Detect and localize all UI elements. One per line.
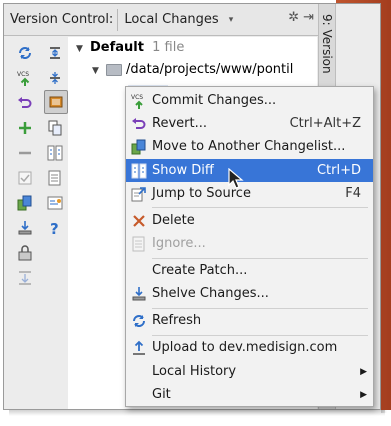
panel-shadow	[9, 410, 385, 416]
jump-to-source-icon	[130, 185, 148, 203]
hide-panel-icon[interactable]: ⇥	[303, 10, 314, 25]
menu-item-label: Refresh	[152, 313, 202, 328]
changelist-name: Default	[90, 40, 144, 55]
menu-item-ignore[interactable]: Ignore...	[126, 232, 373, 255]
svg-text:VCS: VCS	[131, 94, 143, 101]
menu-item-local-history[interactable]: Local History ▶	[126, 360, 373, 383]
revert-icon	[130, 115, 148, 133]
refresh-icon[interactable]	[14, 42, 36, 64]
checkbox-icon[interactable]	[14, 167, 36, 189]
menu-item-delete[interactable]: Delete	[126, 209, 373, 232]
refresh-icon	[130, 312, 148, 330]
lock-icon[interactable]	[14, 242, 36, 264]
menu-item-create-patch[interactable]: Create Patch...	[126, 259, 373, 282]
tree-root-changelist[interactable]: ▼ Default 1 file	[76, 40, 184, 55]
menu-item-shortcut: Ctrl+D	[316, 163, 361, 178]
diff-icon	[130, 162, 148, 180]
menu-item-label: Git	[152, 387, 171, 402]
menu-item-label: Jump to Source	[152, 186, 251, 201]
menu-item-commit-changes[interactable]: VCS Commit Changes...	[126, 89, 373, 112]
submenu-arrow-icon: ▶	[360, 366, 367, 377]
view-dropdown-value: Local Changes	[124, 12, 219, 27]
panel-title: Version Control:	[10, 12, 114, 27]
help-icon[interactable]: ?	[44, 217, 66, 239]
menu-item-label: Move to Another Changelist...	[152, 139, 346, 154]
titlebar-actions: ✲ ⇥	[288, 10, 314, 25]
menu-item-jump-to-source[interactable]: Jump to Source F4	[126, 182, 373, 205]
chevron-down-icon[interactable]: ▼	[76, 44, 90, 54]
chevron-down-icon: ▾	[228, 14, 234, 25]
context-menu: VCS Commit Changes... Revert... Ctrl+Alt…	[125, 86, 374, 407]
svg-text:?: ?	[50, 220, 59, 236]
add-icon[interactable]	[14, 117, 36, 139]
shelve-icon[interactable]	[14, 217, 36, 239]
tree-folder[interactable]: ▼ /data/projects/www/pontil	[92, 62, 293, 77]
upload-icon	[130, 339, 148, 357]
expand-all-icon[interactable]	[44, 42, 66, 64]
revert-icon[interactable]	[14, 92, 36, 114]
shelve-icon	[130, 285, 148, 303]
gear-icon[interactable]: ✲	[288, 10, 299, 25]
tool-window-tab[interactable]: 9: Version	[320, 14, 334, 74]
align-icon[interactable]	[14, 267, 36, 289]
chevron-down-icon[interactable]: ▼	[92, 66, 106, 76]
group-by-directory-button[interactable]	[44, 90, 68, 114]
menu-item-show-diff[interactable]: Show Diff Ctrl+D	[126, 159, 373, 182]
menu-separator	[152, 207, 368, 208]
folder-icon	[106, 63, 122, 76]
show-ignored-icon[interactable]	[44, 167, 66, 189]
menu-item-shelve-changes[interactable]: Shelve Changes...	[126, 282, 373, 305]
menu-item-revert[interactable]: Revert... Ctrl+Alt+Z	[126, 112, 373, 135]
menu-item-label: Local History	[152, 364, 237, 379]
collapse-all-icon[interactable]	[44, 67, 66, 89]
delete-icon	[130, 212, 148, 230]
vcs-commit-icon: VCS	[130, 92, 148, 110]
menu-item-label: Upload to dev.medisign.com	[152, 340, 338, 355]
move-changelist-icon[interactable]	[14, 192, 36, 214]
svg-text:VCS: VCS	[17, 71, 29, 78]
menu-item-label: Shelve Changes...	[152, 286, 269, 301]
copy-icon[interactable]	[44, 117, 66, 139]
panel-titlebar: Version Control: Local Changes ▾ ✲ ⇥	[4, 4, 318, 36]
menu-item-label: Create Patch...	[152, 263, 248, 278]
menu-item-move-changelist[interactable]: Move to Another Changelist...	[126, 135, 373, 158]
mouse-cursor-icon	[228, 167, 244, 190]
preview-diff-icon[interactable]	[44, 192, 66, 214]
divider	[117, 8, 119, 31]
menu-item-label: Revert...	[152, 116, 207, 131]
menu-item-git[interactable]: Git ▶	[126, 383, 373, 406]
remove-icon[interactable]	[14, 142, 36, 164]
move-changelist-icon	[130, 138, 148, 156]
ignore-icon	[130, 235, 148, 253]
menu-item-shortcut: Ctrl+Alt+Z	[289, 116, 361, 131]
diff-icon[interactable]	[44, 142, 66, 164]
changelist-count: 1 file	[152, 40, 185, 55]
vcs-commit-icon[interactable]: VCS	[14, 67, 36, 89]
menu-item-shortcut: F4	[345, 186, 361, 201]
submenu-arrow-icon: ▶	[360, 389, 367, 400]
menu-item-refresh[interactable]: Refresh	[126, 309, 373, 332]
view-dropdown[interactable]: Local Changes ▾	[124, 12, 233, 27]
menu-item-label: Delete	[152, 213, 195, 228]
menu-item-label: Commit Changes...	[152, 93, 277, 108]
folder-path: /data/projects/www/pontil	[126, 62, 294, 77]
menu-item-upload[interactable]: Upload to dev.medisign.com	[126, 336, 373, 359]
menu-item-label: Ignore...	[152, 236, 206, 251]
